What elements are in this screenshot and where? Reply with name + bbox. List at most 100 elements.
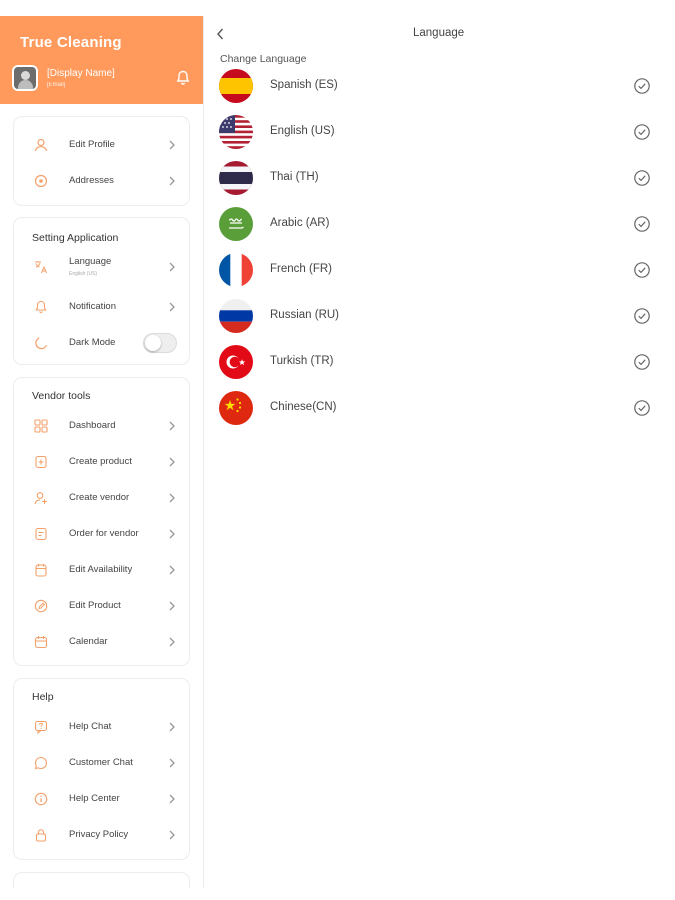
info-icon (34, 792, 48, 806)
chevron-right-icon (169, 601, 175, 611)
avatar[interactable] (12, 65, 38, 91)
lock-icon (35, 829, 47, 842)
check-circle-icon[interactable] (633, 353, 651, 371)
language-option-chinese[interactable]: Chinese(CN) (218, 391, 658, 427)
privacy-policy-label: Privacy Policy (69, 829, 129, 840)
language-option-french[interactable]: French (FR) (218, 253, 658, 289)
chevron-right-icon (169, 457, 175, 467)
dark-mode-toggle[interactable] (143, 333, 177, 353)
email: [Email] (47, 82, 66, 88)
notification-item[interactable]: Notification (14, 294, 191, 320)
edit-availability-item[interactable]: Edit Availability (14, 557, 191, 583)
help-chat-icon (34, 720, 48, 734)
display-name: [Display Name] (47, 68, 115, 79)
create-vendor-item[interactable]: Create vendor (14, 485, 191, 511)
bell-icon (35, 300, 47, 314)
chevron-right-icon (169, 262, 175, 272)
chevron-right-icon (169, 758, 175, 768)
chevron-right-icon (169, 140, 175, 150)
edit-profile-item[interactable]: Edit Profile (14, 132, 191, 158)
language-option-thai[interactable]: Thai (TH) (218, 161, 658, 197)
china-flag-icon (219, 391, 253, 425)
order-for-vendor-label: Order for vendor (69, 528, 139, 539)
settings-card: Setting Application Language English (US… (13, 217, 190, 365)
chevron-right-icon (169, 637, 175, 647)
saudi-arabia-flag-icon (219, 207, 253, 241)
russia-flag-icon (219, 299, 253, 333)
dark-mode-label: Dark Mode (69, 337, 116, 348)
spain-flag-icon (219, 69, 253, 103)
check-circle-icon[interactable] (633, 123, 651, 141)
edit-product-icon (34, 599, 48, 613)
edit-product-item[interactable]: Edit Product (14, 593, 191, 619)
check-circle-icon[interactable] (633, 215, 651, 233)
calendar-item[interactable]: Calendar (14, 629, 191, 655)
check-circle-icon[interactable] (633, 169, 651, 187)
edit-product-label: Edit Product (69, 600, 121, 611)
check-circle-icon[interactable] (633, 77, 651, 95)
check-circle-icon[interactable] (633, 261, 651, 279)
help-chat-item[interactable]: Help Chat (14, 714, 191, 740)
edit-profile-label: Edit Profile (69, 139, 115, 150)
privacy-policy-item[interactable]: Privacy Policy (14, 822, 191, 848)
chevron-right-icon (169, 794, 175, 804)
language-name: Thai (TH) (270, 171, 319, 183)
notification-bell-icon[interactable] (176, 70, 190, 86)
addresses-label: Addresses (69, 175, 114, 186)
back-arrow-icon[interactable] (215, 27, 225, 41)
language-option-russian[interactable]: Russian (RU) (218, 299, 658, 335)
language-option-arabic[interactable]: Arabic (AR) (218, 207, 658, 243)
language-item[interactable]: Language English (US) (14, 254, 191, 280)
calendar-icon (34, 636, 48, 649)
translate-icon (35, 261, 47, 274)
language-name: English (US) (270, 125, 335, 137)
chevron-right-icon (169, 529, 175, 539)
help-chat-label: Help Chat (69, 721, 112, 732)
profile-header: True Cleaning [Display Name] [Email] (0, 16, 203, 104)
vendor-tools-title: Vendor tools (32, 390, 91, 402)
moon-icon (35, 337, 48, 350)
account-card: Edit Profile Addresses (13, 116, 190, 206)
create-product-item[interactable]: Create product (14, 449, 191, 475)
dashboard-label: Dashboard (69, 420, 116, 431)
create-product-icon (35, 455, 47, 469)
dashboard-item[interactable]: Dashboard (14, 413, 191, 439)
dashboard-icon (34, 419, 48, 433)
us-flag-icon (219, 115, 253, 149)
language-name: French (FR) (270, 263, 332, 275)
more-card (13, 872, 190, 888)
language-name: Turkish (TR) (270, 355, 334, 367)
chevron-right-icon (169, 302, 175, 312)
customer-chat-item[interactable]: Customer Chat (14, 750, 191, 776)
order-for-vendor-item[interactable]: Order for vendor (14, 521, 191, 547)
customer-chat-label: Customer Chat (69, 757, 133, 768)
page-title: Language (413, 27, 465, 39)
language-label: Language (69, 256, 112, 267)
chevron-right-icon (169, 493, 175, 503)
chevron-right-icon (169, 722, 175, 732)
chat-icon (34, 756, 47, 770)
edit-availability-label: Edit Availability (69, 564, 133, 575)
help-center-item[interactable]: Help Center (14, 786, 191, 812)
notification-label: Notification (69, 301, 116, 312)
thailand-flag-icon (219, 161, 253, 195)
chevron-right-icon (169, 421, 175, 431)
calendar-label: Calendar (69, 636, 108, 647)
create-product-label: Create product (69, 456, 132, 467)
check-circle-icon[interactable] (633, 307, 651, 325)
settings-title: Setting Application (32, 232, 119, 244)
addresses-item[interactable]: Addresses (14, 168, 191, 194)
language-option-spanish[interactable]: Spanish (ES) (218, 69, 658, 105)
france-flag-icon (219, 253, 253, 287)
toggle-knob (145, 335, 161, 351)
app-name: True Cleaning (20, 34, 122, 51)
language-option-turkish[interactable]: Turkish (TR) (218, 345, 658, 381)
language-current-value: English (US) (69, 271, 98, 277)
language-name: Russian (RU) (270, 309, 340, 321)
chevron-right-icon (169, 830, 175, 840)
availability-icon (35, 564, 47, 577)
check-circle-icon[interactable] (633, 399, 651, 417)
sidebar: True Cleaning [Display Name] [Email] Edi… (0, 16, 204, 888)
chevron-right-icon (169, 176, 175, 186)
language-option-english[interactable]: English (US) (218, 115, 658, 151)
